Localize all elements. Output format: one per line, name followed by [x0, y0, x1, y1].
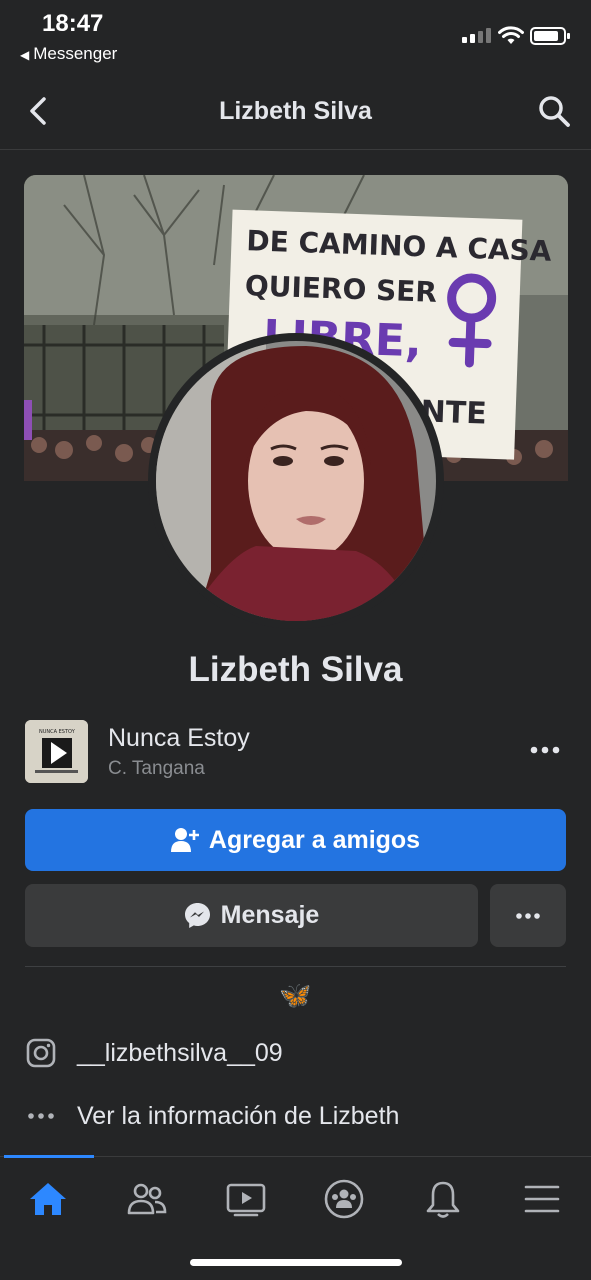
friends-icon	[127, 1183, 167, 1215]
see-info-link[interactable]: Ver la información de Lizbeth	[25, 1096, 399, 1136]
tab-friends[interactable]	[125, 1177, 169, 1221]
tab-watch[interactable]	[224, 1177, 268, 1221]
bell-icon	[426, 1181, 460, 1218]
song-artist: C. Tangana	[108, 758, 205, 779]
instagram-link[interactable]: __lizbethsilva__09	[25, 1033, 283, 1073]
add-friend-label: Agregar a amigos	[208, 825, 421, 854]
navigation-bar: Lizbeth Silva	[0, 80, 591, 150]
groups-icon	[324, 1179, 364, 1219]
more-info-icon	[25, 1100, 57, 1132]
section-divider	[25, 966, 566, 967]
album-cover-label: NUNCA ESTOY	[39, 729, 76, 735]
tab-groups[interactable]	[322, 1177, 366, 1221]
messenger-icon	[184, 903, 210, 928]
instagram-icon	[25, 1037, 57, 1069]
add-friend-button[interactable]: Agregar a amigos	[25, 809, 566, 871]
tab-home[interactable]	[26, 1177, 70, 1221]
profile-picture-frame[interactable]	[148, 333, 444, 629]
tab-menu[interactable]	[520, 1177, 564, 1221]
back-triangle-icon: ◀	[20, 48, 30, 62]
cellular-signal-icon	[462, 28, 491, 43]
profile-name: Lizbeth Silva	[188, 650, 403, 689]
page-title: Lizbeth Silva	[219, 97, 372, 125]
butterfly-emoji: 🦋	[279, 980, 312, 1010]
home-indicator[interactable]	[190, 1259, 402, 1266]
active-tab-indicator	[4, 1155, 94, 1158]
add-friend-icon	[170, 828, 199, 852]
watch-video-icon	[226, 1183, 266, 1217]
battery-icon	[530, 27, 570, 45]
more-horizontal-icon	[516, 912, 540, 919]
album-cover[interactable]: NUNCA ESTOY	[25, 720, 88, 783]
see-info-label: Ver la información de Lizbeth	[77, 1101, 400, 1130]
back-app-label: Messenger	[33, 44, 118, 63]
status-bar: 18:47 ◀ Messenger	[0, 0, 591, 80]
menu-hamburger-icon	[524, 1185, 560, 1213]
cover-sign-line-2: QUIERO SER	[244, 269, 437, 309]
bio: 🦋	[0, 980, 591, 1011]
more-options-icon[interactable]	[528, 738, 562, 762]
song-title: Nunca Estoy	[108, 724, 250, 752]
home-icon	[30, 1183, 66, 1215]
more-actions-button[interactable]	[490, 884, 566, 947]
message-label: Mensaje	[220, 901, 320, 929]
status-time: 18:47	[42, 10, 104, 37]
profile-song[interactable]: NUNCA ESTOY Nunca Estoy C. Tangana	[24, 718, 568, 786]
search-icon[interactable]	[537, 94, 571, 128]
message-button[interactable]: Mensaje	[25, 884, 478, 947]
instagram-username: __lizbethsilva__09	[77, 1038, 283, 1067]
profile-picture[interactable]	[156, 341, 436, 621]
back-to-app-link[interactable]: ◀ Messenger	[20, 44, 117, 64]
tab-notifications[interactable]	[421, 1177, 465, 1221]
wifi-icon	[498, 26, 524, 44]
